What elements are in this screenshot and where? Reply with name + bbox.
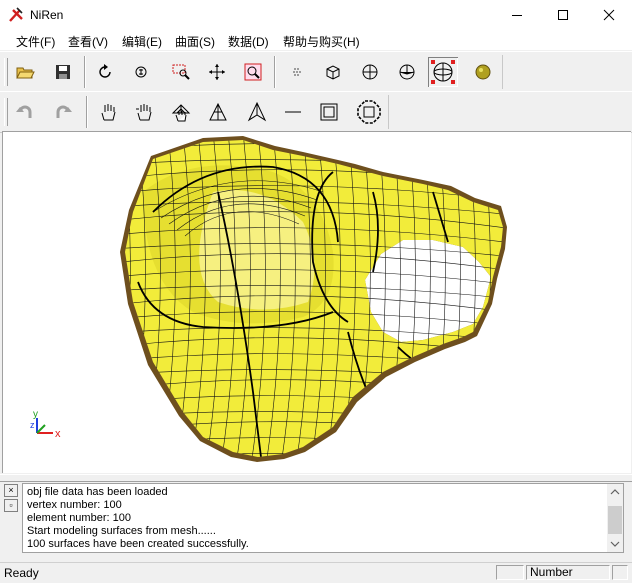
window-title: NiRen [30, 8, 64, 22]
point-cloud-button[interactable] [282, 57, 312, 87]
splitter[interactable] [0, 474, 632, 482]
output-scrollbar[interactable] [607, 484, 623, 552]
triangle-edit-icon [247, 101, 267, 122]
scroll-up-icon[interactable] [607, 487, 623, 497]
status-text: Ready [4, 566, 39, 580]
line-button[interactable] [278, 97, 308, 127]
maximize-button[interactable] [540, 0, 586, 30]
menu-file[interactable]: 文件(F) [16, 33, 55, 50]
zoom-extents-button[interactable] [238, 57, 268, 87]
multi-hand-icon [136, 104, 152, 121]
toolbar-separator [86, 96, 88, 128]
menu-view[interactable]: 查看(V) [68, 33, 108, 50]
open-button[interactable] [10, 57, 40, 87]
color-ball-icon [475, 64, 491, 80]
selected-sphere-button[interactable] [428, 57, 458, 87]
open-icon [16, 67, 35, 79]
sphere-button[interactable] [355, 57, 385, 87]
log-line: Start modeling surfaces from mesh...... [27, 525, 216, 537]
svg-text:x: x [55, 428, 61, 440]
zoom-icon [135, 66, 147, 78]
menu-help-purchase[interactable]: 帮助与购买(H) [283, 33, 360, 50]
square-icon [320, 103, 338, 121]
octagon-icon [357, 100, 381, 124]
menu-surface[interactable]: 曲面(S) [175, 33, 215, 50]
app-icon [9, 7, 23, 22]
undo-button[interactable] [10, 97, 40, 127]
shaded-sphere-button[interactable] [392, 57, 422, 87]
toolbar-end [388, 95, 389, 129]
scroll-thumb[interactable] [608, 506, 622, 534]
toolbar-separator [84, 56, 86, 88]
cube-icon [326, 65, 340, 80]
pan-icon [209, 64, 225, 80]
minimize-button[interactable] [494, 0, 540, 30]
pan-button[interactable] [202, 57, 232, 87]
output-pane-controls: × ▫ [4, 484, 18, 554]
svg-text:y: y [33, 409, 38, 420]
shaded-sphere-icon [399, 64, 415, 80]
color-ball-button[interactable] [468, 57, 498, 87]
redo-button[interactable] [48, 97, 78, 127]
grid-hand-icon [171, 104, 191, 122]
close-icon [603, 9, 615, 21]
maximize-icon [558, 10, 568, 20]
menu-bar: 文件(F) 查看(V) 编辑(E) 曲面(S) 数据(D) 帮助与购买(H) [0, 30, 632, 50]
log-line: 100 surfaces have been created successfu… [27, 538, 249, 550]
main-toolbar [0, 51, 632, 93]
save-icon [56, 65, 70, 79]
zoom-extents-icon [244, 63, 262, 81]
model-viewport[interactable]: x y z [2, 131, 631, 473]
undo-icon [16, 105, 32, 118]
menu-edit[interactable]: 编辑(E) [122, 33, 162, 50]
log-line: vertex number: 100 [27, 499, 122, 511]
selected-sphere-icon [431, 60, 455, 84]
log-line: element number: 100 [27, 512, 131, 524]
cube-button[interactable] [318, 57, 348, 87]
zoom-button[interactable] [126, 57, 156, 87]
status-number: Number [526, 565, 610, 580]
restore-pane-icon[interactable]: ▫ [4, 499, 18, 512]
output-log[interactable]: obj file data has been loaded vertex num… [22, 483, 624, 553]
title-bar: NiRen [0, 0, 632, 30]
redo-icon [56, 105, 72, 118]
triangle-icon [209, 102, 227, 121]
edit-toolbar [0, 91, 632, 133]
minimize-icon [512, 15, 522, 16]
hand-icon [101, 104, 116, 121]
toolbar-grip[interactable] [4, 58, 8, 86]
octagon-button[interactable] [354, 97, 384, 127]
hand-button[interactable] [94, 97, 124, 127]
svg-text:z: z [30, 420, 35, 430]
status-bar: Ready Number [0, 562, 632, 583]
close-button[interactable] [586, 0, 632, 30]
rotate-icon [99, 64, 111, 78]
axis-triad: x y z [30, 409, 61, 440]
rotate-button[interactable] [90, 57, 120, 87]
toolbar-end [502, 55, 503, 89]
toolbar-separator [274, 56, 276, 88]
toolbar-grip[interactable] [4, 98, 8, 126]
save-button[interactable] [48, 57, 78, 87]
scroll-down-icon[interactable] [607, 539, 623, 549]
triangle-edit-button[interactable] [242, 97, 272, 127]
zoom-window-button[interactable] [166, 57, 196, 87]
menu-data[interactable]: 数据(D) [228, 33, 269, 50]
zoom-window-icon [172, 64, 190, 80]
sphere-icon [362, 64, 378, 80]
triangle-button[interactable] [203, 97, 233, 127]
grid-hand-button[interactable] [166, 97, 196, 127]
output-lines: obj file data has been loaded vertex num… [27, 486, 249, 551]
line-icon [285, 111, 301, 113]
status-pane-small [612, 565, 628, 580]
close-pane-icon[interactable]: × [4, 484, 18, 497]
multi-hand-button[interactable] [130, 97, 160, 127]
square-button[interactable] [314, 97, 344, 127]
point-cloud-icon [293, 68, 301, 76]
mug-surface-model[interactable]: x y z [3, 132, 631, 473]
status-pane-empty [496, 565, 524, 580]
log-line: obj file data has been loaded [27, 486, 168, 498]
